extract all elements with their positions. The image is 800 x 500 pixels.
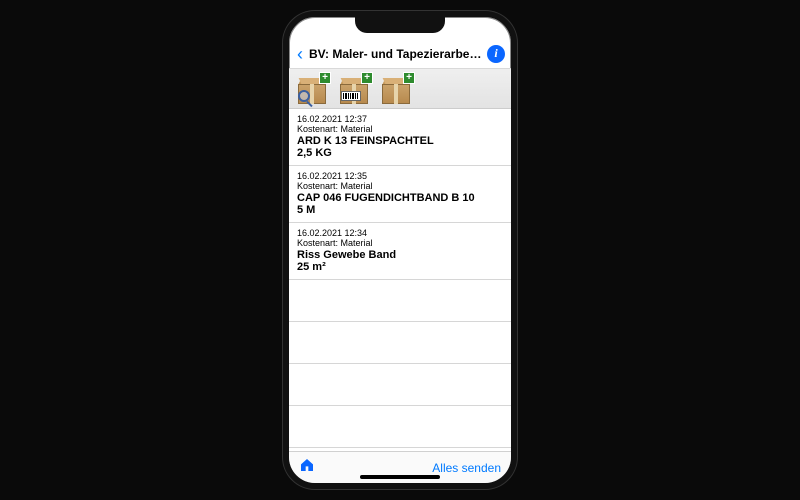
- info-button[interactable]: i: [487, 45, 505, 63]
- item-kostenart: Kostenart: Material: [297, 124, 503, 134]
- home-indicator: [360, 475, 440, 479]
- material-list: 16.02.2021 12:37Kostenart: MaterialARD K…: [289, 109, 511, 451]
- item-name: CAP 046 FUGENDICHTBAND B 10: [297, 192, 503, 204]
- item-quantity: 2,5 KG: [297, 147, 503, 159]
- empty-row: [289, 364, 511, 406]
- list-item[interactable]: 16.02.2021 12:37Kostenart: MaterialARD K…: [289, 109, 511, 166]
- empty-row: [289, 280, 511, 322]
- magnifier-icon: [298, 90, 310, 102]
- item-kostenart: Kostenart: Material: [297, 238, 503, 248]
- add-material-search-button[interactable]: +: [295, 74, 329, 104]
- list-item[interactable]: 16.02.2021 12:34Kostenart: MaterialRiss …: [289, 223, 511, 280]
- info-icon: i: [494, 46, 497, 61]
- list-item[interactable]: 16.02.2021 12:35Kostenart: MaterialCAP 0…: [289, 166, 511, 223]
- empty-row: [289, 406, 511, 448]
- item-name: Riss Gewebe Band: [297, 249, 503, 261]
- add-material-button[interactable]: +: [379, 74, 413, 104]
- empty-row: [289, 322, 511, 364]
- item-timestamp: 16.02.2021 12:37: [297, 114, 503, 124]
- page-title: BV: Maler- und Tapezierarbeite...: [309, 47, 483, 61]
- nav-bar: ‹ BV: Maler- und Tapezierarbeite... i: [289, 39, 511, 69]
- plus-badge-icon: +: [403, 72, 415, 84]
- item-timestamp: 16.02.2021 12:34: [297, 228, 503, 238]
- home-button[interactable]: [299, 457, 315, 478]
- item-name: ARD K 13 FEINSPACHTEL: [297, 135, 503, 147]
- barcode-icon: [341, 91, 361, 101]
- item-quantity: 5 M: [297, 204, 503, 216]
- item-kostenart: Kostenart: Material: [297, 181, 503, 191]
- item-timestamp: 16.02.2021 12:35: [297, 171, 503, 181]
- phone-frame: ‹ BV: Maler- und Tapezierarbeite... i + …: [283, 11, 517, 489]
- add-material-barcode-button[interactable]: +: [337, 74, 371, 104]
- plus-badge-icon: +: [319, 72, 331, 84]
- device-notch: [355, 17, 445, 33]
- home-icon: [299, 457, 315, 473]
- plus-badge-icon: +: [361, 72, 373, 84]
- back-button[interactable]: ‹: [295, 45, 305, 63]
- item-quantity: 25 m²: [297, 261, 503, 273]
- action-bar: + + +: [289, 69, 511, 109]
- send-all-button[interactable]: Alles senden: [432, 461, 501, 475]
- box-icon: [382, 82, 410, 104]
